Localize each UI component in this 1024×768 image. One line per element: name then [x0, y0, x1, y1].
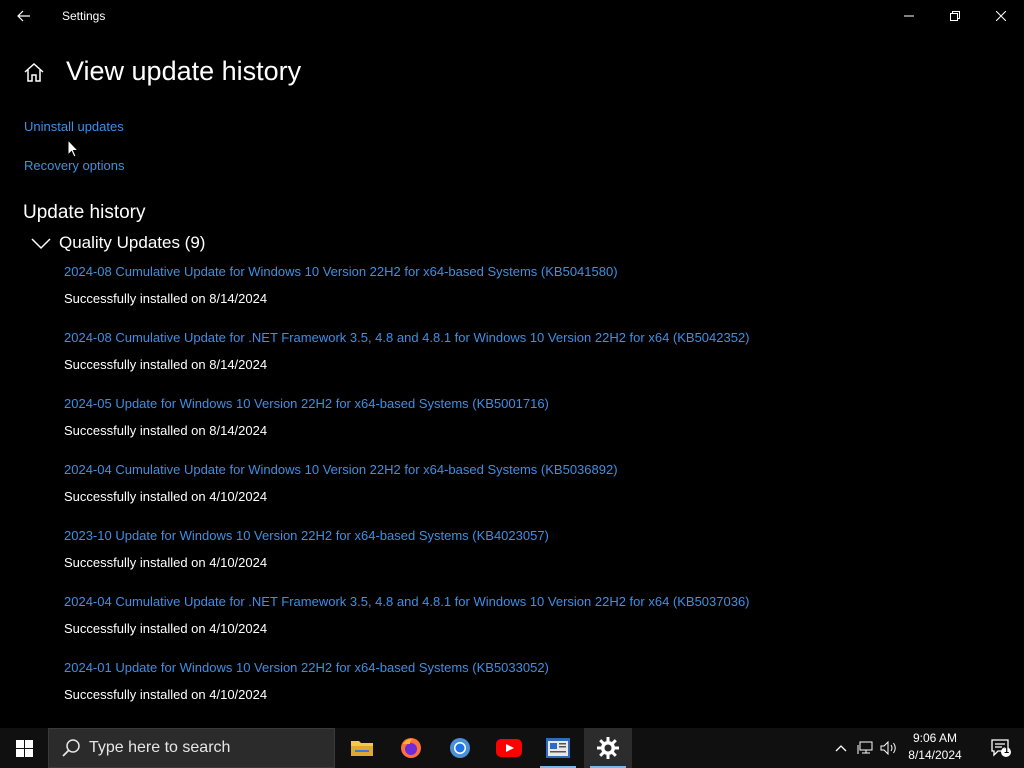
update-title-link[interactable]: 2024-05 Update for Windows 10 Version 22… [64, 396, 549, 411]
update-status: Successfully installed on 8/14/2024 [64, 291, 268, 306]
network-icon [857, 741, 873, 754]
update-status: Successfully installed on 8/14/2024 [64, 357, 268, 372]
windows-logo-icon [15, 739, 33, 757]
gear-icon [597, 737, 619, 759]
taskbar: Type here to search 9:06 AM 8/14/2024 1 [0, 728, 1024, 768]
update-title-link[interactable]: 2023-10 Update for Windows 10 Version 22… [64, 528, 549, 543]
update-title-link[interactable]: 2024-08 Cumulative Update for .NET Frame… [64, 330, 750, 345]
update-item: 2024-08 Cumulative Update for Windows 10… [64, 264, 964, 330]
news-icon [546, 738, 570, 758]
search-icon [62, 739, 80, 757]
clock[interactable]: 9:06 AM 8/14/2024 [900, 730, 970, 766]
update-status: Successfully installed on 4/10/2024 [64, 555, 268, 570]
update-title-link[interactable]: 2024-04 Cumulative Update for Windows 10… [64, 462, 618, 477]
page-title: View update history [66, 56, 302, 86]
minimize-button[interactable] [886, 0, 932, 32]
update-title-link[interactable]: 2024-04 Cumulative Update for .NET Frame… [64, 594, 750, 609]
action-center-button[interactable]: 1 [978, 728, 1024, 768]
restore-icon [950, 11, 960, 21]
folder-icon [351, 741, 373, 756]
clock-time: 9:06 AM [912, 731, 958, 745]
update-item: 2024-01 Update for Windows 10 Version 22… [64, 660, 964, 726]
taskbar-settings[interactable] [584, 728, 632, 768]
chevron-down-icon [31, 238, 51, 250]
restore-button[interactable] [932, 0, 978, 32]
start-button[interactable] [0, 728, 48, 768]
taskbar-news[interactable] [534, 728, 582, 768]
update-item: 2024-04 Cumulative Update for Windows 10… [64, 462, 964, 528]
search-placeholder: Type here to search [89, 739, 231, 756]
window-title: Settings [62, 9, 106, 23]
home-button[interactable] [22, 61, 46, 85]
update-status: Successfully installed on 8/14/2024 [64, 423, 268, 438]
chevron-up-icon [835, 745, 847, 752]
update-status: Successfully installed on 4/10/2024 [64, 489, 268, 504]
firefox-icon [401, 738, 421, 758]
update-item: 2023-10 Update for Windows 10 Version 22… [64, 528, 964, 594]
update-item: 2024-05 Update for Windows 10 Version 22… [64, 396, 964, 462]
quality-updates-label: Quality Updates (9) [59, 233, 206, 252]
volume-tray-button[interactable] [878, 728, 900, 768]
update-title-link[interactable]: 2024-08 Cumulative Update for Windows 10… [64, 264, 618, 279]
show-hidden-icons-button[interactable] [830, 728, 852, 768]
quality-updates-toggle[interactable]: Quality Updates (9) [30, 231, 205, 255]
network-tray-button[interactable] [854, 728, 876, 768]
update-item: 2024-08 Cumulative Update for .NET Frame… [64, 330, 964, 396]
title-bar: Settings [0, 0, 1024, 32]
minimize-icon [904, 15, 914, 17]
home-icon [24, 62, 44, 82]
recovery-options-link[interactable]: Recovery options [24, 158, 124, 173]
update-title-link[interactable]: 2024-01 Update for Windows 10 Version 22… [64, 660, 549, 675]
youtube-icon [496, 739, 522, 757]
volume-icon [880, 741, 896, 755]
notification-count-badge: 1 [1004, 745, 1010, 755]
chrome-icon [450, 738, 470, 758]
clock-date: 8/14/2024 [908, 748, 962, 762]
back-arrow-icon [17, 10, 30, 22]
update-list: 2024-08 Cumulative Update for Windows 10… [64, 264, 964, 726]
taskbar-chrome[interactable] [436, 728, 484, 768]
update-history-heading: Update history [23, 202, 146, 223]
update-item: 2024-04 Cumulative Update for .NET Frame… [64, 594, 964, 660]
taskbar-firefox[interactable] [387, 728, 435, 768]
taskbar-youtube[interactable] [485, 728, 533, 768]
close-button[interactable] [978, 0, 1024, 32]
update-status: Successfully installed on 4/10/2024 [64, 621, 268, 636]
close-icon [996, 11, 1006, 21]
taskbar-search-box[interactable]: Type here to search [48, 728, 335, 768]
update-status: Successfully installed on 4/10/2024 [64, 687, 268, 702]
mouse-cursor-icon [67, 139, 79, 158]
back-button[interactable] [8, 0, 40, 32]
taskbar-file-explorer[interactable] [338, 728, 386, 768]
uninstall-updates-link[interactable]: Uninstall updates [24, 119, 124, 134]
